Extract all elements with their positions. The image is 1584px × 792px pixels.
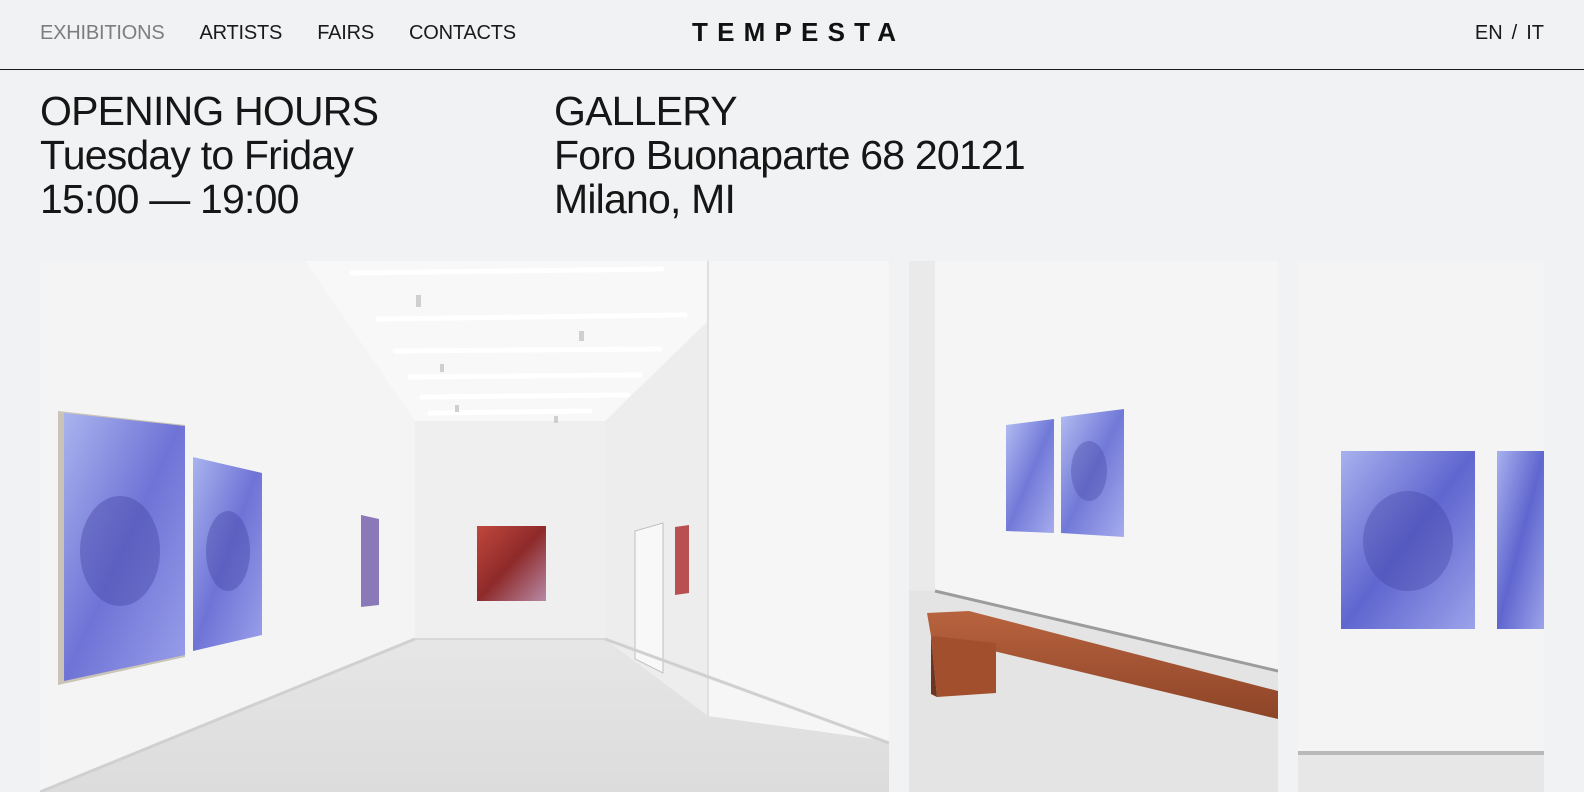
language-separator: /	[1511, 22, 1518, 44]
gallery-address-block: GALLERY Foro Buonaparte 68 20121 Milano,…	[554, 88, 1026, 222]
nav-item-artists[interactable]: ARTISTS	[200, 22, 283, 45]
paintings-illustration	[1298, 261, 1544, 792]
site-logo[interactable]: TEMPESTA	[692, 17, 905, 48]
gallery-street-address: Foro Buonaparte 68 20121	[554, 132, 1026, 178]
opening-time: 15:00 — 19:00	[40, 176, 299, 222]
top-navigation-bar: EXHIBITIONS ARTISTS FAIRS CONTACTS TEMPE…	[0, 0, 1584, 70]
opening-hours-heading: OPENING HOURS	[40, 88, 379, 134]
gallery-photo-bench[interactable]	[909, 261, 1278, 792]
nav-item-exhibitions[interactable]: EXHIBITIONS	[40, 22, 165, 45]
language-en[interactable]: EN	[1475, 22, 1503, 45]
opening-days: Tuesday to Friday	[40, 132, 354, 178]
corridor-illustration	[40, 261, 889, 792]
language-switcher: EN / IT	[1475, 22, 1544, 45]
gallery-photo-corridor[interactable]	[40, 261, 889, 792]
opening-hours-block: OPENING HOURS Tuesday to Friday 15:00 — …	[40, 88, 379, 222]
nav-item-contacts[interactable]: CONTACTS	[409, 22, 516, 45]
main-nav: EXHIBITIONS ARTISTS FAIRS CONTACTS	[40, 22, 516, 45]
language-it[interactable]: IT	[1526, 22, 1544, 45]
gallery-city: Milano, MI	[554, 176, 736, 222]
gallery-heading: GALLERY	[554, 88, 738, 134]
bench-illustration	[909, 261, 1278, 792]
nav-item-fairs[interactable]: FAIRS	[317, 22, 374, 45]
gallery-photo-paintings[interactable]	[1298, 261, 1544, 792]
